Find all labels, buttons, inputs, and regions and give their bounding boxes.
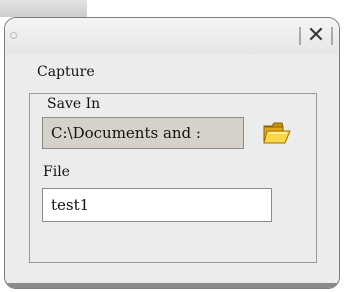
window-tab-stub [0, 0, 87, 17]
title-bar[interactable]: ✕ [5, 18, 339, 54]
save-in-path-field[interactable]: C:\Documents and : [42, 117, 244, 149]
capture-dialog: ✕ Capture Save In C:\Documents and : Fil… [4, 17, 340, 289]
close-icon: ✕ [306, 23, 326, 48]
file-label: File [43, 164, 70, 180]
close-button[interactable]: ✕ [299, 24, 333, 48]
window-menu-icon[interactable] [10, 32, 17, 39]
file-name-input[interactable] [42, 188, 272, 222]
capture-fields-panel: Save In C:\Documents and : File [29, 93, 317, 263]
folder-icon [263, 122, 291, 144]
capture-group: Capture Save In C:\Documents and : File [25, 58, 321, 276]
browse-folder-button[interactable] [261, 119, 293, 147]
capture-group-label: Capture [37, 64, 95, 80]
save-in-label: Save In [47, 96, 101, 112]
